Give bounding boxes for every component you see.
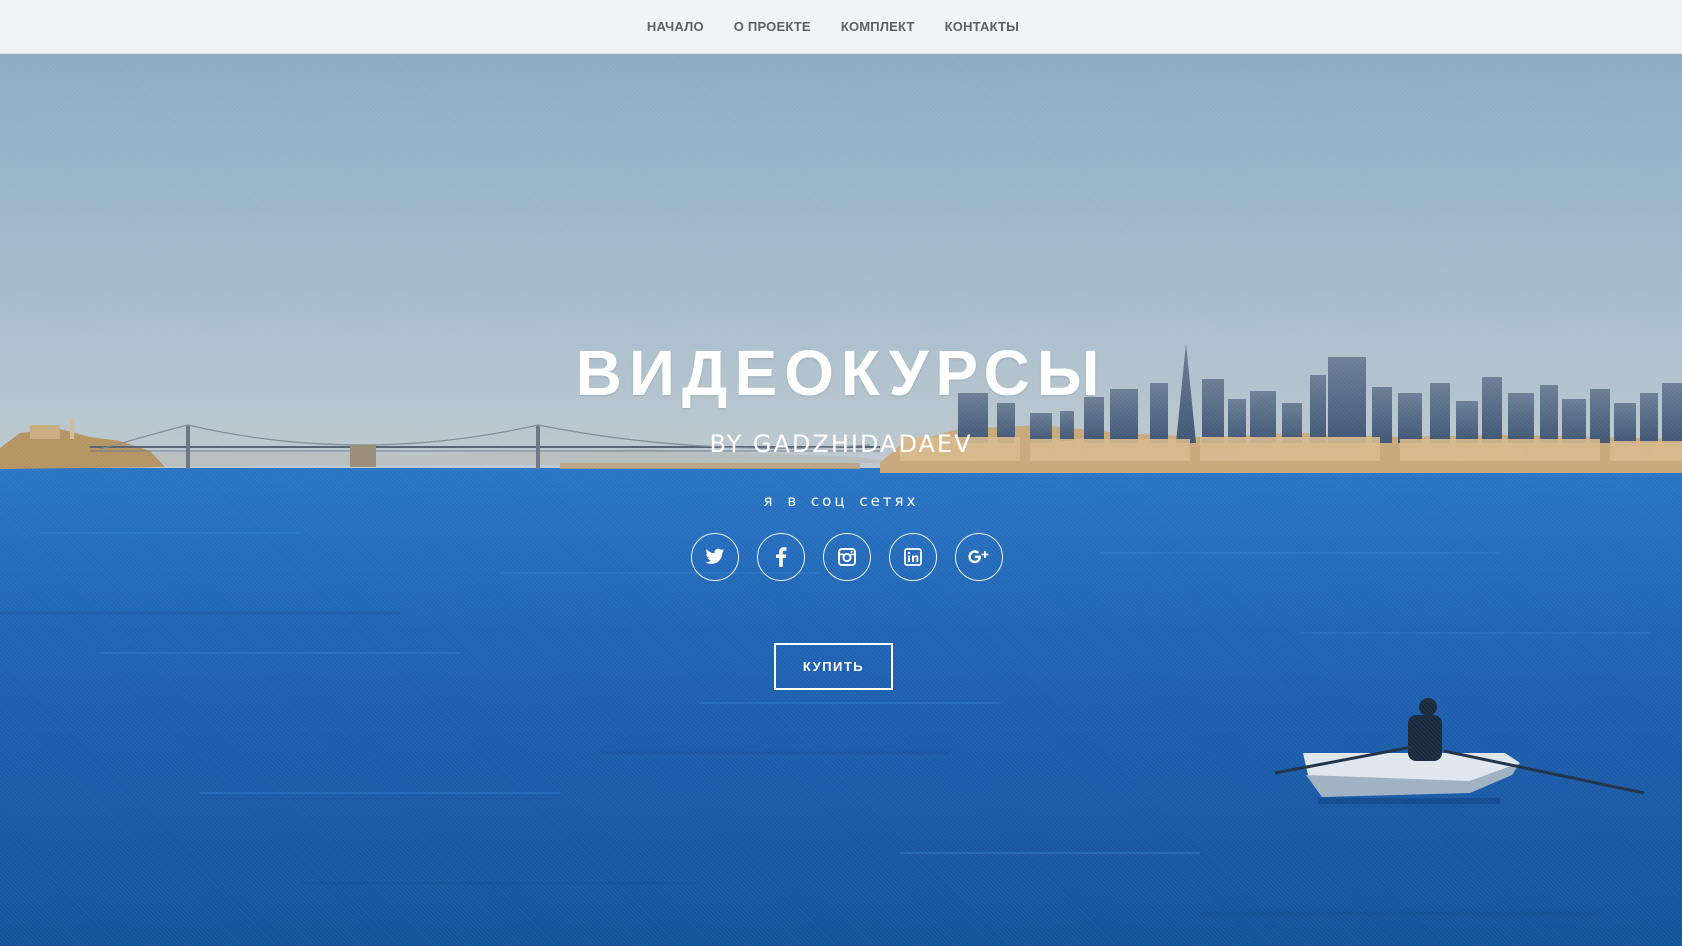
twitter-icon	[705, 548, 724, 564]
main-nav: НАЧАЛО О ПРОЕКТЕ КОМПЛЕКТ КОНТАКТЫ	[0, 0, 1682, 53]
twitter-link[interactable]	[691, 533, 739, 581]
google-plus-icon	[968, 550, 989, 564]
facebook-link[interactable]	[757, 533, 805, 581]
google-plus-link[interactable]	[955, 533, 1003, 581]
instagram-icon	[838, 548, 856, 566]
linkedin-icon	[904, 548, 922, 566]
instagram-link[interactable]	[823, 533, 871, 581]
social-label: я в соц сетях	[763, 492, 919, 510]
nav-item-about[interactable]: О ПРОЕКТЕ	[719, 19, 826, 34]
landing-page: НАЧАЛО О ПРОЕКТЕ КОМПЛЕКТ КОНТАКТЫ ВИДЕО…	[0, 0, 1682, 946]
hero-subtitle: BY GADZHIDADAEV	[709, 430, 973, 458]
nav-item-kit[interactable]: КОМПЛЕКТ	[826, 19, 930, 34]
top-navbar: НАЧАЛО О ПРОЕКТЕ КОМПЛЕКТ КОНТАКТЫ	[0, 0, 1682, 54]
nav-item-home[interactable]: НАЧАЛО	[632, 19, 719, 34]
facebook-icon	[776, 547, 787, 567]
social-links	[0, 533, 1682, 581]
linkedin-link[interactable]	[889, 533, 937, 581]
hero-section: ВИДЕОКУРСЫ BY GADZHIDADAEV я в соц сетях	[0, 53, 1682, 946]
nav-item-contacts[interactable]: КОНТАКТЫ	[930, 19, 1034, 34]
buy-button[interactable]: КУПИТЬ	[774, 643, 893, 690]
hero-title: ВИДЕОКУРСЫ	[575, 337, 1107, 409]
